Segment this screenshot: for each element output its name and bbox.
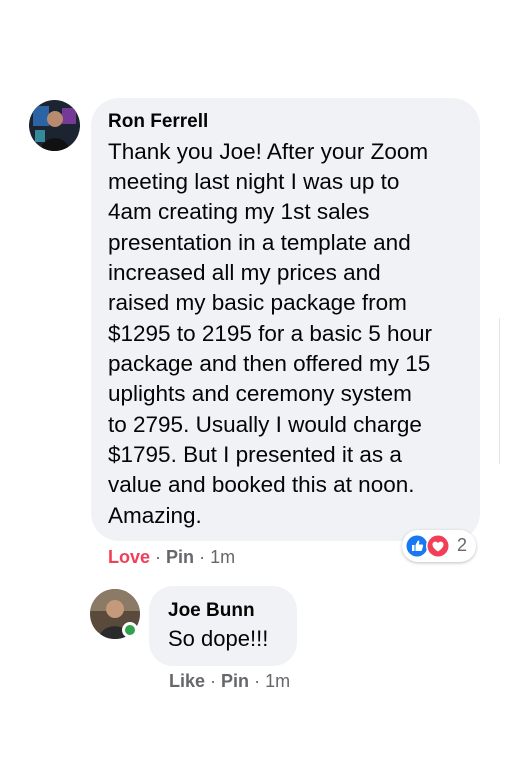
pin-link[interactable]: Pin	[221, 671, 249, 691]
reaction-count: 2	[457, 535, 468, 555]
separator: ·	[199, 547, 211, 567]
comment-text-line: meeting last night I was up to	[108, 169, 400, 194]
timestamp[interactable]: 1m	[265, 671, 290, 691]
separator: ·	[210, 671, 222, 691]
timestamp[interactable]: 1m	[210, 547, 235, 567]
comment-text-line: to 2795. Usually I would charge	[108, 412, 422, 437]
comment-text-line: Thank you Joe! After your Zoom	[108, 139, 429, 164]
reaction-summary[interactable]: 2	[402, 530, 476, 562]
comment-author[interactable]: Ron Ferrell	[108, 111, 208, 133]
separator: ·	[155, 547, 167, 567]
comment-text-line: package and then offered my 15	[108, 351, 431, 376]
pin-link[interactable]: Pin	[166, 547, 194, 567]
comment-author[interactable]: Joe Bunn	[168, 600, 255, 622]
separator: ·	[254, 671, 266, 691]
comment-actions: Love · Pin · 1m	[108, 547, 235, 568]
scroll-edge-divider	[499, 318, 500, 464]
comment-text-line: Amazing.	[108, 503, 202, 528]
comment-text-line: value and booked this at noon.	[108, 472, 415, 497]
comment-text-line: 4am creating my 1st sales	[108, 199, 370, 224]
comment-text-line: $1795. But I presented it as a	[108, 442, 402, 467]
comment-text-line: presentation in a template and	[108, 230, 411, 255]
comment-text-line: raised my basic package from	[108, 290, 407, 315]
love-reaction-link[interactable]: Love	[108, 547, 150, 567]
comment-text: So dope!!!	[168, 626, 269, 651]
ron-ferrell-avatar[interactable]	[29, 100, 80, 151]
comment-text-line: uplights and ceremony system	[108, 381, 412, 406]
comment-actions: Like · Pin · 1m	[169, 671, 290, 692]
love-icon	[426, 534, 450, 558]
online-status-indicator	[122, 622, 138, 638]
comment-text-line: increased all my prices and	[108, 260, 381, 285]
comment-text-line: $1295 to 2195 for a basic 5 hour	[108, 321, 432, 346]
like-reaction-link[interactable]: Like	[169, 671, 205, 691]
